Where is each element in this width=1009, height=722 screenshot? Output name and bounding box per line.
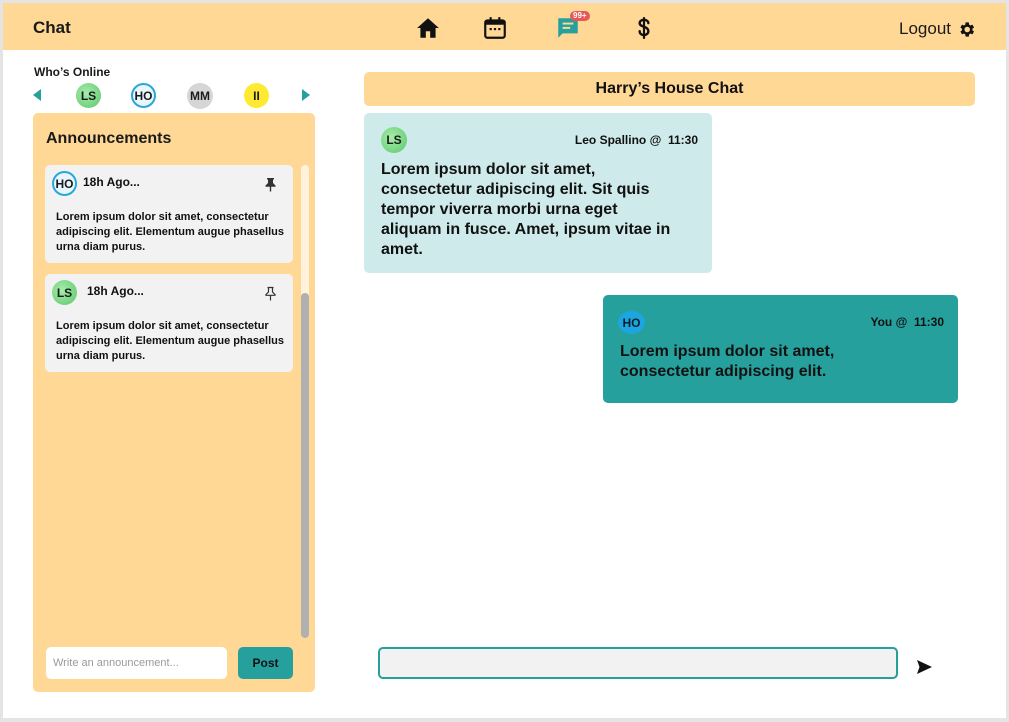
gear-icon[interactable] bbox=[957, 20, 976, 39]
announcement-text: Lorem ipsum dolor sit amet, consectetur … bbox=[56, 320, 284, 362]
announcement-card[interactable]: LS 18h Ago... Lorem ipsum dolor sit amet… bbox=[45, 274, 293, 372]
chat-message-input[interactable] bbox=[378, 647, 898, 679]
avatar-ls: LS bbox=[52, 280, 77, 305]
whos-online-title: Who’s Online bbox=[34, 65, 111, 79]
message-sender: Leo Spallino @ bbox=[574, 133, 662, 147]
logout-button[interactable]: Logout bbox=[899, 19, 976, 39]
pin-icon[interactable] bbox=[264, 177, 277, 192]
calendar-icon[interactable] bbox=[482, 15, 508, 41]
message-time: 11:30 bbox=[667, 133, 698, 147]
scroll-right-icon[interactable] bbox=[300, 88, 312, 102]
avatar-ho: HO bbox=[618, 311, 645, 334]
logout-label: Logout bbox=[899, 19, 951, 38]
pin-outline-icon[interactable] bbox=[264, 286, 277, 301]
avatar-ho[interactable]: HO bbox=[131, 83, 156, 108]
announcement-text: Lorem ipsum dolor sit amet, consectetur … bbox=[56, 211, 284, 253]
home-icon[interactable] bbox=[415, 15, 441, 41]
avatar-mm[interactable]: MM bbox=[187, 83, 213, 109]
message-time: 11:30 bbox=[913, 315, 944, 329]
message-sender: You @ bbox=[870, 315, 908, 329]
avatar-ls: LS bbox=[381, 127, 407, 153]
dollar-icon[interactable] bbox=[631, 15, 657, 41]
avatar-ii[interactable]: II bbox=[244, 83, 269, 108]
announcement-card[interactable]: HO 18h Ago... Lorem ipsum dolor sit amet… bbox=[45, 165, 293, 263]
scrollbar-thumb[interactable] bbox=[301, 293, 309, 638]
chat-icon[interactable]: 99+ bbox=[555, 11, 590, 41]
announcements-title: Announcements bbox=[46, 130, 172, 147]
announcements-panel: Announcements HO 18h Ago... Lorem ipsum … bbox=[33, 113, 315, 692]
chat-title: Harry’s House Chat bbox=[364, 72, 975, 106]
page-title: Chat bbox=[33, 18, 71, 37]
chat-message: HO You @ 11:30 Lorem ipsum dolor sit ame… bbox=[603, 295, 958, 403]
send-icon[interactable] bbox=[916, 659, 933, 675]
avatar-ls[interactable]: LS bbox=[76, 83, 101, 108]
message-text: Lorem ipsum dolor sit amet, consectetur … bbox=[620, 343, 835, 380]
post-button[interactable]: Post bbox=[238, 647, 293, 679]
announcement-input[interactable] bbox=[46, 647, 227, 679]
message-text: Lorem ipsum dolor sit amet, consectetur … bbox=[381, 161, 671, 258]
app-window: Chat 99+ Logout Who’s Online LS HO MM II… bbox=[3, 3, 1006, 718]
top-bar: Chat 99+ Logout bbox=[3, 3, 1006, 50]
avatar-ho: HO bbox=[52, 171, 77, 196]
message-meta: You @ 11:30 bbox=[870, 315, 944, 329]
scroll-left-icon[interactable] bbox=[31, 88, 43, 102]
notification-badge: 99+ bbox=[570, 11, 590, 21]
announcement-time: 18h Ago... bbox=[83, 175, 140, 189]
message-meta: Leo Spallino @ 11:30 bbox=[575, 133, 698, 147]
announcement-time: 18h Ago... bbox=[87, 284, 144, 298]
chat-message: LS Leo Spallino @ 11:30 Lorem ipsum dolo… bbox=[364, 113, 712, 273]
scrollbar[interactable] bbox=[301, 165, 309, 638]
